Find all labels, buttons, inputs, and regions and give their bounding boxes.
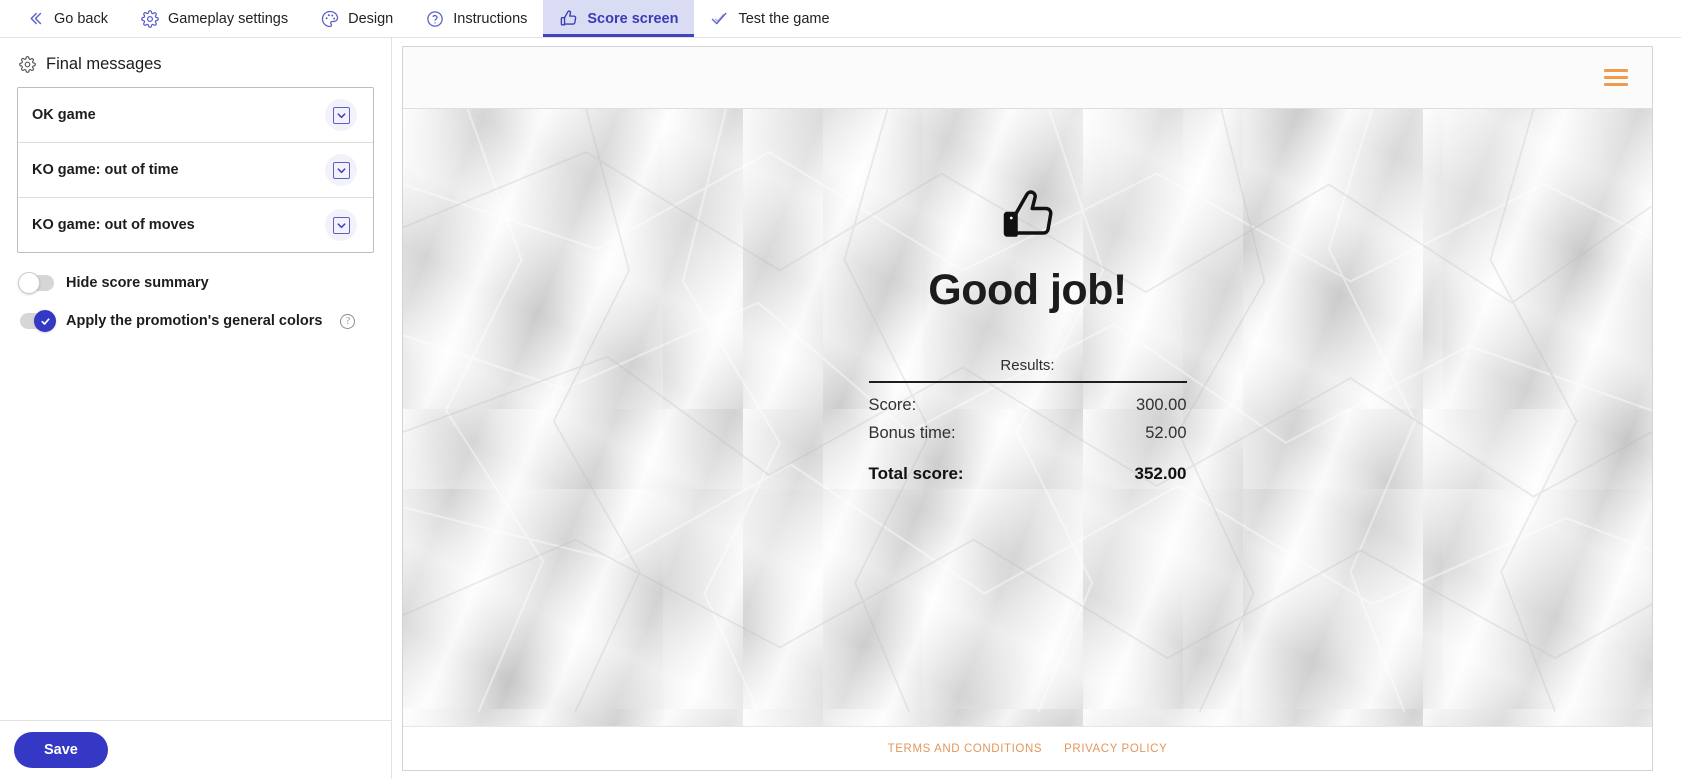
result-label: Score: — [868, 396, 917, 414]
list-item[interactable]: KO game: out of moves — [18, 198, 373, 252]
main-layout: Final messages OK game KO game: out of t… — [0, 38, 1681, 779]
tab-instructions[interactable]: Instructions — [409, 0, 543, 37]
expand-ko-out-of-time-button[interactable] — [325, 154, 357, 186]
thumbs-up-icon — [994, 187, 1062, 252]
sidebar-body: Final messages OK game KO game: out of t… — [0, 38, 391, 720]
device-frame: Good job! Results: Score: 300.00 Bonus t… — [402, 46, 1653, 771]
hamburger-menu-icon[interactable] — [1604, 69, 1628, 86]
result-row-bonus-time: Bonus time: 52.00 — [869, 424, 1187, 443]
gear-icon — [140, 9, 159, 28]
list-item[interactable]: KO game: out of time — [18, 143, 373, 198]
result-row-score: Score: 300.00 — [869, 396, 1187, 415]
results-title: Results: — [868, 357, 1187, 383]
total-label: Total score: — [868, 464, 964, 483]
chevron-double-left-icon — [26, 9, 45, 28]
tab-test-the-game[interactable]: Test the game — [694, 0, 845, 37]
list-item[interactable]: OK game — [18, 88, 373, 143]
list-item-label: KO game: out of moves — [32, 217, 195, 233]
tab-label: Test the game — [738, 10, 830, 27]
toggle-knob — [34, 310, 56, 332]
tab-label: Score screen — [587, 10, 679, 27]
top-tab-bar: Go back Gameplay settings Design Instruc… — [0, 0, 1681, 38]
result-row-total: Total score: 352.00 — [869, 464, 1187, 484]
terms-and-conditions-link[interactable]: TERMS AND CONDITIONS — [888, 743, 1042, 755]
question-circle-icon — [425, 9, 444, 28]
total-value: 352.00 — [1134, 464, 1187, 483]
hide-score-summary-label: Hide score summary — [66, 275, 209, 291]
check-icon — [710, 9, 729, 28]
chevron-down-icon — [332, 216, 350, 234]
list-item-label: OK game — [32, 107, 96, 123]
apply-general-colors-row: Apply the promotion's general colors ? — [17, 310, 374, 332]
question-circle-icon[interactable]: ? — [340, 313, 356, 329]
tab-score-screen[interactable]: Score screen — [543, 0, 695, 37]
hide-score-summary-toggle[interactable] — [18, 272, 54, 294]
result-value: 300.00 — [1136, 396, 1187, 414]
expand-ko-out-of-moves-button[interactable] — [325, 209, 357, 241]
page-title: Good job! — [928, 266, 1127, 314]
save-button[interactable]: Save — [14, 732, 108, 768]
game-preview-area: Good job! Results: Score: 300.00 Bonus t… — [392, 38, 1681, 779]
game-header-bar — [403, 47, 1652, 109]
chevron-down-icon — [332, 106, 350, 124]
panel-title: Final messages — [17, 55, 374, 74]
game-footer: TERMS AND CONDITIONS PRIVACY POLICY — [403, 726, 1652, 770]
list-item-label: KO game: out of time — [32, 162, 179, 178]
tab-go-back[interactable]: Go back — [10, 0, 124, 37]
toggle-knob — [18, 272, 40, 294]
chevron-down-icon — [332, 161, 350, 179]
results-summary: Results: Score: 300.00 Bonus time: 52.00… — [868, 357, 1187, 484]
sidebar-footer: Save — [0, 720, 391, 779]
apply-general-colors-toggle[interactable] — [20, 310, 56, 332]
palette-icon — [320, 9, 339, 28]
settings-sidebar: Final messages OK game KO game: out of t… — [0, 38, 392, 779]
panel-title-label: Final messages — [46, 55, 162, 73]
tab-gameplay-settings[interactable]: Gameplay settings — [124, 0, 304, 37]
privacy-policy-link[interactable]: PRIVACY POLICY — [1064, 743, 1167, 755]
score-screen-content: Good job! Results: Score: 300.00 Bonus t… — [403, 109, 1652, 726]
tab-label: Instructions — [453, 10, 528, 27]
final-messages-list: OK game KO game: out of time KO game: ou… — [17, 87, 374, 253]
gear-icon — [19, 56, 36, 73]
thumbs-up-icon — [559, 9, 578, 28]
result-value: 52.00 — [1145, 424, 1187, 442]
expand-ok-game-button[interactable] — [325, 99, 357, 131]
hide-score-summary-row: Hide score summary — [17, 272, 374, 294]
apply-general-colors-label: Apply the promotion's general colors — [66, 313, 323, 329]
tab-design[interactable]: Design — [304, 0, 409, 37]
tab-label: Gameplay settings — [168, 10, 289, 27]
game-screen: Good job! Results: Score: 300.00 Bonus t… — [403, 109, 1652, 726]
tab-label: Design — [348, 10, 394, 27]
tab-label: Go back — [54, 10, 108, 27]
result-label: Bonus time: — [868, 424, 956, 442]
